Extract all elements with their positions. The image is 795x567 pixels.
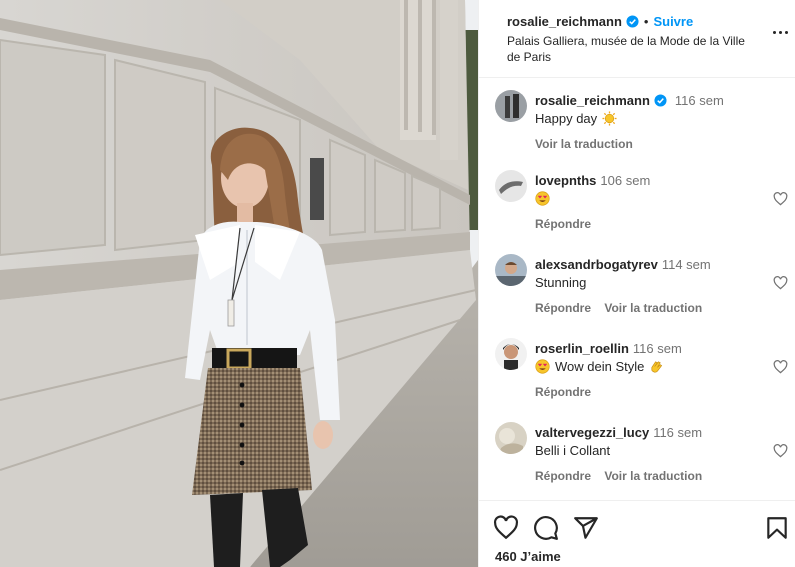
caption-time[interactable]: 116 sem bbox=[675, 93, 724, 108]
comment-actions: Répondre Voir la traduction bbox=[535, 301, 702, 315]
comment-item: lovepnths 106 sem Répondre bbox=[495, 170, 790, 231]
verified-badge-icon bbox=[626, 15, 639, 28]
comment-text: Wow dein Style bbox=[555, 359, 645, 374]
post-location[interactable]: Palais Galliera, musée de la Mode de la … bbox=[507, 33, 759, 65]
comment-username[interactable]: valtervegezzi_lucy bbox=[535, 425, 649, 440]
comment-username[interactable]: alexsandrbogatyrev bbox=[535, 257, 658, 272]
comment-item: valtervegezzi_lucy 116 sem Belli i Colla… bbox=[495, 422, 790, 483]
comment-actions: Répondre bbox=[535, 217, 591, 231]
bookmark-icon[interactable] bbox=[764, 515, 790, 541]
comment-icon[interactable] bbox=[533, 515, 559, 541]
post-header-line: rosalie_reichmann • Suivre bbox=[507, 14, 693, 29]
heart-icon[interactable] bbox=[493, 515, 519, 541]
comment-username[interactable]: lovepnths bbox=[535, 173, 596, 188]
share-icon[interactable] bbox=[573, 515, 599, 541]
caption-item: rosalie_reichmann 116 sem Happy day Voir… bbox=[495, 90, 790, 151]
like-comment-heart-icon[interactable] bbox=[773, 192, 788, 206]
post-author-username[interactable]: rosalie_reichmann bbox=[507, 14, 622, 29]
comment-text-line: Wow dein Style bbox=[535, 359, 664, 374]
like-comment-heart-icon[interactable] bbox=[773, 444, 788, 458]
avatar[interactable] bbox=[495, 254, 527, 286]
caption-text: Happy day bbox=[535, 111, 598, 126]
heart-eyes-emoji-icon bbox=[535, 359, 550, 374]
follow-button[interactable]: Suivre bbox=[653, 14, 693, 29]
comment-item: alexsandrbogatyrev 114 sem Stunning Répo… bbox=[495, 254, 790, 315]
clapping-hands-emoji-icon bbox=[651, 361, 663, 373]
likes-count[interactable]: 460 J’aime bbox=[495, 549, 561, 564]
comment-username[interactable]: roserlin_roellin bbox=[535, 341, 629, 356]
more-options-icon[interactable] bbox=[770, 22, 790, 42]
post-header: rosalie_reichmann • Suivre Palais Gallie… bbox=[479, 0, 795, 78]
verified-badge-icon bbox=[654, 94, 667, 107]
see-translation-link[interactable]: Voir la traduction bbox=[604, 469, 702, 483]
post-actions-bar: 460 J’aime bbox=[479, 500, 795, 567]
see-translation-link[interactable]: Voir la traduction bbox=[535, 137, 633, 151]
reply-link[interactable]: Répondre bbox=[535, 469, 591, 483]
avatar[interactable] bbox=[495, 170, 527, 202]
avatar[interactable] bbox=[495, 422, 527, 454]
comment-header: alexsandrbogatyrev 114 sem bbox=[535, 257, 711, 272]
reply-link[interactable]: Répondre bbox=[535, 217, 591, 231]
comment-text-line bbox=[535, 191, 550, 206]
comment-item: roserlin_roellin 116 sem Wow dein Style … bbox=[495, 338, 790, 399]
reply-link[interactable]: Répondre bbox=[535, 385, 591, 399]
comment-actions: Répondre bbox=[535, 385, 591, 399]
caption-text-line: Happy day bbox=[535, 111, 617, 126]
comment-text-line: Stunning bbox=[535, 275, 586, 290]
comment-actions: Répondre Voir la traduction bbox=[535, 469, 702, 483]
heart-eyes-emoji-icon bbox=[535, 191, 550, 206]
sun-emoji-icon bbox=[602, 111, 617, 126]
comment-time[interactable]: 116 sem bbox=[633, 341, 682, 356]
avatar[interactable] bbox=[495, 338, 527, 370]
comment-header: valtervegezzi_lucy 116 sem bbox=[535, 425, 702, 440]
caption-header: rosalie_reichmann 116 sem bbox=[535, 93, 724, 108]
comment-time[interactable]: 106 sem bbox=[600, 173, 650, 188]
like-comment-heart-icon[interactable] bbox=[773, 276, 788, 290]
comment-header: roserlin_roellin 116 sem bbox=[535, 341, 682, 356]
comment-text: Belli i Collant bbox=[535, 443, 611, 458]
comment-text-line: Belli i Collant bbox=[535, 443, 610, 458]
comment-time[interactable]: 114 sem bbox=[662, 257, 711, 272]
post-panel: rosalie_reichmann • Suivre Palais Gallie… bbox=[478, 0, 795, 567]
avatar[interactable] bbox=[495, 90, 527, 122]
comment-time[interactable]: 116 sem bbox=[653, 425, 702, 440]
see-translation-link[interactable]: Voir la traduction bbox=[604, 301, 702, 315]
caption-actions: Voir la traduction bbox=[535, 137, 633, 151]
comment-header: lovepnths 106 sem bbox=[535, 173, 650, 188]
post-photo[interactable] bbox=[0, 0, 478, 567]
dot-separator: • bbox=[643, 14, 649, 29]
caption-username[interactable]: rosalie_reichmann bbox=[535, 93, 650, 108]
reply-link[interactable]: Répondre bbox=[535, 301, 591, 315]
post-photo-illustration bbox=[0, 0, 478, 567]
comment-text: Stunning bbox=[535, 275, 587, 290]
like-comment-heart-icon[interactable] bbox=[773, 360, 788, 374]
